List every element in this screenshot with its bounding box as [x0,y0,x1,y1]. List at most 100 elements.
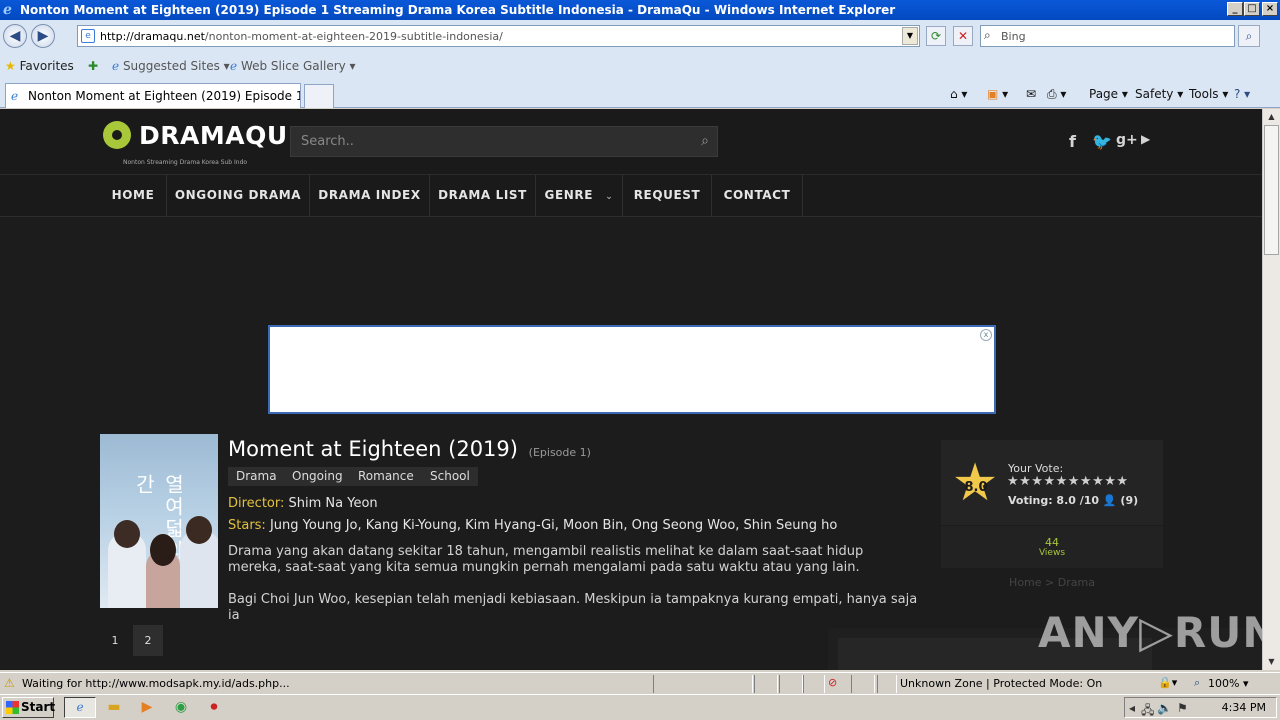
google-plus-icon[interactable]: g+ [1116,132,1138,148]
web-slice-gallery-button[interactable]: ℯ Web Slice Gallery ▾ [230,59,356,73]
nav-contact[interactable]: CONTACT [712,175,803,216]
stars-names[interactable]: Jung Young Jo, Kang Ki-Young, Kim Hyang-… [270,518,837,533]
scroll-up-icon[interactable]: ▲ [1264,109,1279,124]
flag-icon[interactable]: ⚑ [1177,701,1188,715]
genre-tag-drama[interactable]: Drama [228,467,285,486]
close-window-button[interactable]: × [1262,2,1278,16]
address-bar[interactable]: e http://dramaqu.net/nonton-moment-at-ei… [77,25,920,47]
nav-drama-list[interactable]: DRAMA LIST [430,175,536,216]
forward-button[interactable]: ▶ [31,24,55,48]
search-go-button[interactable]: ⌕ [1238,25,1260,47]
search-input[interactable]: ⌕ Bing [980,25,1235,47]
start-button[interactable]: Start [2,697,56,718]
twitter-icon[interactable]: 🐦 [1092,132,1112,151]
new-tab-button[interactable] [304,84,334,108]
favorites-button[interactable]: ★ Favorites [5,59,74,73]
status-divider [653,675,753,693]
minimize-button[interactable]: _ [1227,2,1243,16]
home-icon[interactable]: ⌂ ▾ [950,87,967,101]
tab-label: Nonton Moment at Eighteen (2019) Episode… [28,89,300,103]
stars-label: Stars: [228,518,266,533]
search-placeholder: Bing [1001,30,1026,43]
window-title: Nonton Moment at Eighteen (2019) Episode… [20,3,896,17]
breadcrumb[interactable]: Home > Drama [941,576,1163,589]
logo-text: DRAMAQU [139,121,288,150]
synopsis-paragraph: Bagi Choi Jun Woo, kesepian telah menjad… [228,592,918,623]
address-dropdown-icon[interactable]: ▼ [902,27,918,45]
windows-taskbar: Start ℯ ▬ ▶ ◉ ⏺ ◂ 🖧 🔈 ⚑ 4:34 PM [0,694,1280,720]
feeds-icon[interactable]: ▣ ▾ [987,87,1008,101]
genre-tag-romance[interactable]: Romance [350,467,422,486]
favorites-label: Favorites [19,59,74,73]
address-url[interactable]: http://dramaqu.net/nonton-moment-at-eigh… [100,30,503,43]
status-divider [754,675,778,693]
page-button-1[interactable]: 1 [100,625,130,656]
taskbar-ie-button[interactable]: ℯ [64,697,96,718]
nav-drama-index[interactable]: DRAMA INDEX [310,175,430,216]
chrome-icon[interactable]: ◉ [173,699,189,715]
site-search-icon[interactable]: ⌕ [701,133,709,149]
network-icon[interactable]: 🖧 [1141,701,1154,720]
youtube-icon[interactable]: ▶ [1141,132,1150,146]
scroll-down-icon[interactable]: ▼ [1264,654,1279,669]
favorites-star-icon: ★ [5,59,16,73]
drama-poster[interactable]: 열여덟의 순간 [100,434,218,608]
vote-stars-input[interactable]: ★★★★★★★★★★ [1007,474,1129,489]
help-menu[interactable]: ? ▾ [1234,87,1250,101]
nav-home[interactable]: HOME [100,175,167,216]
facebook-icon[interactable]: f [1069,132,1076,151]
suggested-sites-button[interactable]: ℯ Suggested Sites ▾ [112,59,230,73]
start-label: Start [21,700,56,714]
stars-line: Stars: Jung Young Jo, Kang Ki-Young, Kim… [228,518,837,533]
system-tray: ◂ 🖧 🔈 ⚑ 4:34 PM [1124,697,1277,718]
lock-icon[interactable]: 🔒▾ [1158,676,1177,689]
nav-genre[interactable]: GENRE ⌄ [536,175,623,216]
search-icon: ⌕ [984,28,991,42]
scroll-thumb[interactable] [1264,125,1279,255]
page-button-2[interactable]: 2 [133,625,163,656]
synopsis-paragraph: Drama yang akan datang sekitar 18 tahun,… [228,544,864,575]
media-player-icon[interactable]: ▶ [139,699,155,715]
stop-icon[interactable]: ✕ [953,26,973,46]
drama-title: Moment at Eighteen (2019) (Episode 1) [228,437,591,461]
page-menu[interactable]: Page ▾ [1089,87,1128,101]
vertical-scrollbar[interactable]: ▲ ▼ [1262,109,1280,670]
chevron-down-icon: ⌄ [597,192,614,202]
mail-icon[interactable]: ✉ [1026,87,1036,101]
popup-blocked-icon[interactable]: ⊘ [828,676,837,689]
print-icon[interactable]: ⎙ ▾ [1047,87,1066,102]
nav-request[interactable]: REQUEST [623,175,712,216]
security-zone[interactable]: Unknown Zone | Protected Mode: On [900,677,1102,690]
genre-tag-school[interactable]: School [422,467,478,486]
back-button[interactable]: ◀ [3,24,27,48]
folder-icon[interactable]: ▬ [106,699,122,715]
volume-icon[interactable]: 🔈 [1157,701,1172,715]
play-icon: ▷ [1139,607,1174,658]
ie-page-icon: ℯ [112,59,120,73]
views-panel: 44 Views [941,526,1163,568]
director-name[interactable]: Shim Na Yeon [289,496,378,511]
drama-title-text: Moment at Eighteen (2019) [228,437,518,461]
ad-banner[interactable]: x [268,325,996,414]
tray-arrow-icon[interactable]: ◂ [1129,701,1135,715]
site-search-input[interactable]: Search.. ⌕ [290,126,718,157]
status-divider [779,675,803,693]
opera-icon[interactable]: ⏺ [206,699,222,715]
warning-icon: ⚠ [4,676,15,690]
tab-active[interactable]: ℯ Nonton Moment at Eighteen (2019) Episo… [5,83,301,108]
safety-menu[interactable]: Safety ▾ [1135,87,1183,101]
main-navigation: HOME ONGOING DRAMA DRAMA INDEX DRAMA LIS… [0,175,1262,217]
favorites-bar: ★ Favorites ✚ ℯ Suggested Sites ▾ ℯ Web … [0,52,1280,80]
nav-genre-label: GENRE [544,188,594,202]
genre-tag-ongoing[interactable]: Ongoing [284,467,351,486]
zoom-level[interactable]: 100% ▾ [1208,677,1248,690]
add-favorites-icon[interactable]: ✚ [88,59,98,73]
status-divider [877,675,897,693]
windows-flag-icon [6,701,19,714]
ad-close-icon[interactable]: x [980,329,992,341]
refresh-icon[interactable]: ⟳ [926,26,946,46]
maximize-button[interactable]: □ [1244,2,1260,16]
nav-ongoing-drama[interactable]: ONGOING DRAMA [167,175,310,216]
watermark-right: RUN [1173,608,1262,657]
tools-menu[interactable]: Tools ▾ [1189,87,1228,101]
